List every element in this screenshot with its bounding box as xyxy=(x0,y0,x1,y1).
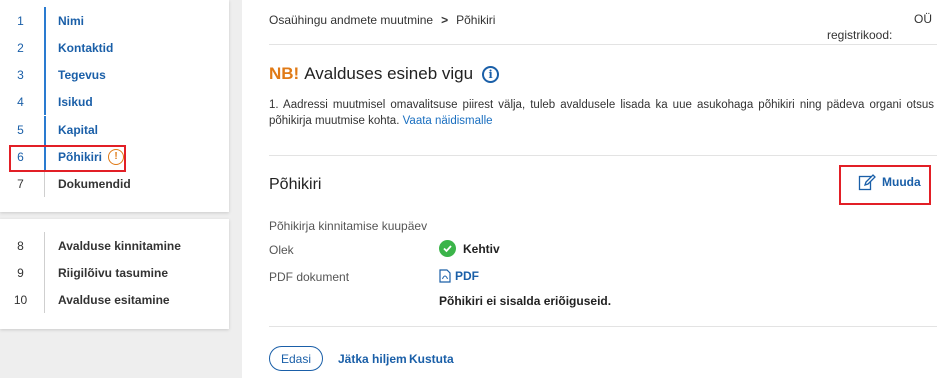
next-button[interactable]: Edasi xyxy=(269,346,323,371)
breadcrumb: Osaühingu andmete muutmine > Põhikiri xyxy=(269,13,495,27)
edit-button[interactable]: Muuda xyxy=(858,173,921,191)
step-label-text: Põhikiri xyxy=(58,149,103,164)
step-number: 9 xyxy=(17,265,24,280)
pdf-link-text: PDF xyxy=(455,269,479,283)
warning-icon: ! xyxy=(108,148,125,165)
step-label: Kapital xyxy=(44,116,98,143)
sidebar-step-pohikiri[interactable]: 6 Põhikiri ! xyxy=(0,143,229,170)
step-label: Riigilõivu tasumine xyxy=(44,259,168,286)
status-label: Olek xyxy=(269,243,294,257)
status-text: Kehtiv xyxy=(463,241,500,256)
edit-icon xyxy=(858,174,876,191)
status-value: Kehtiv xyxy=(439,240,500,257)
delete-link[interactable]: Kustuta xyxy=(409,352,454,366)
date-label: Põhikirja kinnitamise kuupäev xyxy=(269,219,428,233)
divider xyxy=(269,155,937,156)
notice-title-text: Avalduses esineb vigu xyxy=(304,64,474,83)
sidebar-step-esitamine[interactable]: 10 Avalduse esitamine xyxy=(0,286,229,313)
step-number: 8 xyxy=(17,238,24,253)
sidebar-step-kinnitamine[interactable]: 8 Avalduse kinnitamine xyxy=(0,232,229,259)
nb-label: NB! xyxy=(269,64,300,83)
step-label: Tegevus xyxy=(44,61,106,88)
error-item: 1. Aadressi muutmisel omavalitsuse piire… xyxy=(269,97,934,129)
edit-label: Muuda xyxy=(882,175,921,189)
breadcrumb-current: Põhikiri xyxy=(456,13,496,27)
step-number: 7 xyxy=(17,176,24,191)
step-label: Kontaktid xyxy=(44,34,113,61)
step-label: Isikud xyxy=(44,88,93,115)
step-label: Avalduse kinnitamine xyxy=(44,232,181,259)
company-type: OÜ xyxy=(914,12,932,26)
section-title: Põhikiri xyxy=(269,176,322,193)
steps-card-main: 1 Nimi 2 Kontaktid 3 Tegevus 4 Isikud 5 … xyxy=(0,0,229,212)
step-number: 6 xyxy=(17,149,24,164)
step-number: 5 xyxy=(17,122,24,137)
pdf-label: PDF dokument xyxy=(269,270,350,284)
step-number: 10 xyxy=(13,292,28,307)
steps-card-final: 8 Avalduse kinnitamine 9 Riigilõivu tasu… xyxy=(0,219,229,329)
check-icon xyxy=(439,240,456,257)
error-notice-title: NB! Avalduses esineb vigu i xyxy=(269,64,500,84)
divider xyxy=(269,326,937,327)
sample-link[interactable]: Vaata näidismalle xyxy=(403,115,493,127)
sidebar-step-kontaktid[interactable]: 2 Kontaktid xyxy=(0,34,229,61)
main-content: Osaühingu andmete muutmine > Põhikiri OÜ… xyxy=(242,0,939,378)
breadcrumb-parent[interactable]: Osaühingu andmete muutmine xyxy=(269,13,433,27)
error-item-text: 1. Aadressi muutmisel omavalitsuse piire… xyxy=(269,99,934,127)
continue-later-link[interactable]: Jätka hiljem xyxy=(338,352,407,366)
sidebar-step-tegevus[interactable]: 3 Tegevus xyxy=(0,61,229,88)
sidebar-step-kapital[interactable]: 5 Kapital xyxy=(0,116,229,143)
step-number: 3 xyxy=(17,67,24,82)
pdf-link[interactable]: PDF xyxy=(439,269,479,283)
step-label: Avalduse esitamine xyxy=(44,286,170,313)
step-label: Nimi xyxy=(44,7,84,34)
info-icon[interactable]: i xyxy=(482,65,500,83)
sidebar-step-riigiloiv[interactable]: 9 Riigilõivu tasumine xyxy=(0,259,229,286)
sidebar-step-dokumendid[interactable]: 7 Dokumendid xyxy=(0,170,229,197)
step-label: Põhikiri ! xyxy=(44,143,125,170)
sidebar-step-nimi[interactable]: 1 Nimi xyxy=(0,7,229,34)
sidebar-step-isikud[interactable]: 4 Isikud xyxy=(0,88,229,115)
step-number: 1 xyxy=(17,13,24,28)
step-number: 2 xyxy=(17,40,24,55)
step-number: 4 xyxy=(17,94,24,109)
pdf-file-icon xyxy=(439,269,451,283)
rights-note: Põhikiri ei sisalda eriõiguseid. xyxy=(439,294,612,308)
divider xyxy=(269,44,937,45)
regcode-label: registrikood: xyxy=(827,28,893,42)
breadcrumb-separator: > xyxy=(441,13,449,27)
step-label: Dokumendid xyxy=(44,170,131,197)
